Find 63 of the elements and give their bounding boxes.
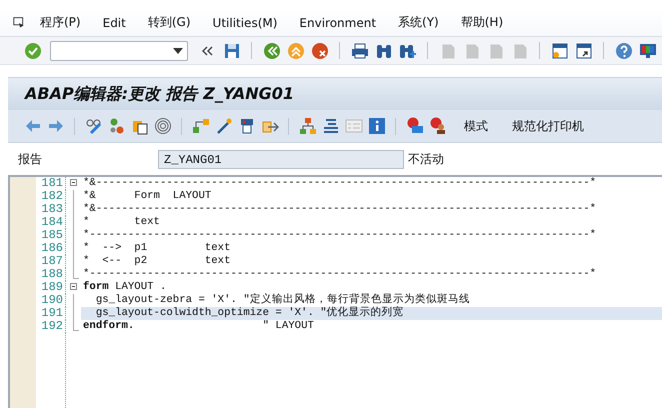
dropdown-icon xyxy=(173,48,183,54)
list-icon xyxy=(344,117,362,135)
line-number: 181 xyxy=(40,177,64,190)
code-line: * --> p1 text xyxy=(82,242,232,255)
code-line: *&-----------------------------------------------------------------------------* xyxy=(82,177,598,190)
menu-item[interactable]: 转到(G) xyxy=(138,14,203,31)
line-number: 190 xyxy=(40,294,64,307)
magic-wand-icon xyxy=(214,117,232,135)
line-number: 187 xyxy=(40,255,64,268)
nodes-icon xyxy=(192,117,210,135)
line-number: 183 xyxy=(40,203,64,216)
monitor-icon xyxy=(638,42,656,60)
line-number: 182 xyxy=(40,190,64,203)
menu-item[interactable]: 系统(Y) xyxy=(388,14,451,31)
line-number: 191 xyxy=(40,307,64,320)
line-number: 184 xyxy=(40,216,64,229)
field-label: 报告 xyxy=(18,150,43,168)
hierarchy-button[interactable] xyxy=(297,115,318,137)
circles-icon xyxy=(108,117,126,135)
printer-icon xyxy=(350,42,368,60)
back-icon xyxy=(262,42,280,60)
menu-item[interactable]: Edit xyxy=(92,16,138,30)
line-number: 189 xyxy=(40,281,64,294)
code-line: form LAYOUT . xyxy=(82,281,168,294)
help-icon xyxy=(614,42,632,60)
menu-item[interactable]: 帮助(H) xyxy=(450,14,516,31)
code-line: *&-----------------------------------------------------------------------------* xyxy=(82,203,598,216)
line-number: 188 xyxy=(40,268,64,281)
collapse-icon[interactable] xyxy=(70,179,77,186)
toolbar-button[interactable]: 规范化打印机 xyxy=(504,115,592,137)
check-icon xyxy=(24,42,42,60)
shortcut-icon xyxy=(574,42,592,60)
fold-end-line xyxy=(73,268,79,279)
command-field[interactable] xyxy=(50,40,188,60)
menu-item[interactable]: Environment xyxy=(289,16,388,30)
new-window-icon xyxy=(550,42,568,60)
save-icon xyxy=(222,42,240,60)
fold-end-line xyxy=(73,320,79,331)
status-text: 不活动 xyxy=(408,150,444,168)
line-number: 186 xyxy=(40,242,64,255)
toolbar-button[interactable]: 模式 xyxy=(456,115,496,137)
cancel-icon xyxy=(310,42,328,60)
code-line: *& Form LAYOUT xyxy=(82,190,212,203)
report-field[interactable]: Z_YANG01 xyxy=(158,150,404,168)
line-number: 185 xyxy=(40,229,64,242)
hierarchy-icon xyxy=(298,117,316,135)
code-line: *------------------------------------------------------------------------------* xyxy=(82,229,598,242)
collapse-icon[interactable] xyxy=(70,283,77,290)
info-icon xyxy=(368,117,386,135)
code-line: * text xyxy=(82,216,161,229)
menu-item[interactable]: Utilities(M) xyxy=(202,16,290,30)
glasses-pencil-icon xyxy=(84,117,102,135)
code-line: gs_layout-zebra = 'X'. "定义输出风格，每行背景色显示为类似斑马线 xyxy=(94,294,471,306)
code-line: *------------------------------------------------------------------------------* xyxy=(82,268,598,281)
code-line: * <-- p2 text xyxy=(82,255,232,268)
code-line: endform. " LAYOUT xyxy=(82,320,315,333)
arrow-right-icon xyxy=(46,117,64,135)
lines-icon xyxy=(322,117,340,135)
line-number: 192 xyxy=(40,320,64,333)
info-button[interactable] xyxy=(366,115,387,137)
menu-item[interactable]: 程序(P) xyxy=(30,14,93,31)
screen-title: ABAP编辑器:更改 报告 Z_YANG01 xyxy=(25,84,294,104)
up-icon xyxy=(286,42,304,60)
